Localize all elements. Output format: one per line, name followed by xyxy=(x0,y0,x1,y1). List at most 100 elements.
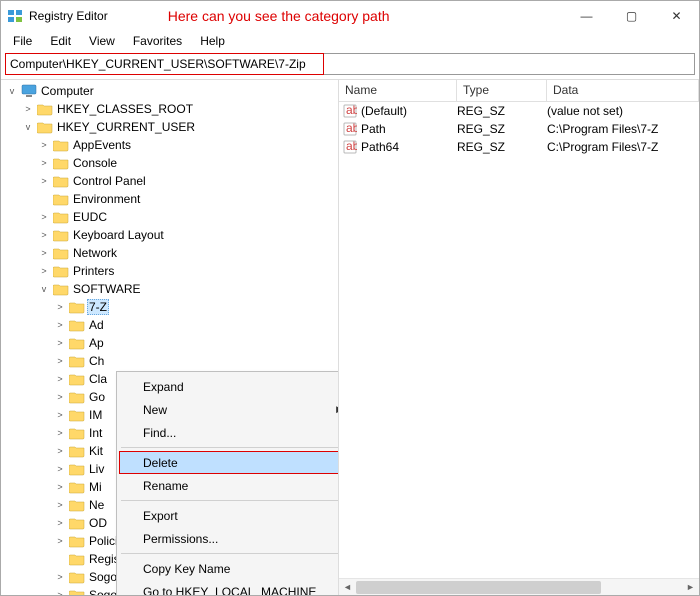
context-menu-item[interactable]: Delete xyxy=(119,451,339,474)
chevron-right-icon[interactable]: > xyxy=(53,498,67,512)
chevron-down-icon[interactable]: v xyxy=(37,282,51,296)
chevron-right-icon[interactable]: > xyxy=(53,534,67,548)
context-menu-separator xyxy=(121,553,339,554)
folder-icon xyxy=(69,570,85,584)
context-menu-item[interactable]: Rename xyxy=(119,474,339,497)
tree-node[interactable]: >Ch xyxy=(53,352,338,370)
window-controls: — ▢ ✕ xyxy=(564,1,699,31)
folder-icon xyxy=(53,246,69,260)
close-button[interactable]: ✕ xyxy=(654,1,699,31)
chevron-right-icon[interactable]: > xyxy=(37,228,51,242)
chevron-right-icon[interactable]: > xyxy=(53,480,67,494)
folder-icon xyxy=(69,300,85,314)
chevron-right-icon[interactable]: > xyxy=(53,336,67,350)
menu-file[interactable]: File xyxy=(5,32,40,50)
chevron-right-icon[interactable]: > xyxy=(53,462,67,476)
tree-node[interactable]: >Console xyxy=(37,154,338,172)
tree-node[interactable]: vComputer xyxy=(5,82,338,100)
col-name[interactable]: Name xyxy=(339,80,457,101)
tree-node[interactable]: >Printers xyxy=(37,262,338,280)
value-row[interactable]: abPathREG_SZC:\Program Files\7-Z xyxy=(339,120,699,138)
chevron-right-icon[interactable]: > xyxy=(53,588,67,595)
context-menu-item[interactable]: Go to HKEY_LOCAL_MACHINE xyxy=(119,580,339,595)
chevron-right-icon[interactable]: > xyxy=(53,444,67,458)
folder-icon xyxy=(69,426,85,440)
context-menu-item-label: Copy Key Name xyxy=(143,562,230,576)
chevron-right-icon[interactable]: > xyxy=(37,264,51,278)
tree-node-label: EUDC xyxy=(71,210,109,224)
tree-node[interactable]: Environment xyxy=(37,190,338,208)
chevron-down-icon[interactable]: v xyxy=(5,84,19,98)
chevron-right-icon[interactable]: > xyxy=(53,408,67,422)
chevron-right-icon[interactable]: > xyxy=(53,318,67,332)
tree-node[interactable]: > Network xyxy=(37,244,338,262)
tree-node[interactable]: >7-Z xyxy=(53,298,338,316)
chevron-right-icon[interactable]: > xyxy=(37,210,51,224)
menu-help[interactable]: Help xyxy=(192,32,233,50)
tree-node[interactable]: vHKEY_CURRENT_USER xyxy=(21,118,338,136)
chevron-right-icon[interactable]: > xyxy=(53,516,67,530)
address-bar[interactable]: Computer\HKEY_CURRENT_USER\SOFTWARE\7-Zi… xyxy=(5,53,695,75)
chevron-right-icon[interactable]: > xyxy=(37,138,51,152)
scroll-thumb[interactable] xyxy=(356,581,601,594)
tree-node-label: Ap xyxy=(87,336,106,350)
tree-node-label: Mi xyxy=(87,480,104,494)
string-value-icon: ab xyxy=(343,122,357,136)
column-headers: Name Type Data xyxy=(339,80,699,102)
scroll-track[interactable] xyxy=(356,579,682,596)
menu-edit[interactable]: Edit xyxy=(42,32,79,50)
chevron-right-icon[interactable]: > xyxy=(37,246,51,260)
col-type[interactable]: Type xyxy=(457,80,547,101)
tree-node[interactable]: > EUDC xyxy=(37,208,338,226)
chevron-right-icon[interactable]: > xyxy=(53,570,67,584)
context-menu-item[interactable]: Export xyxy=(119,504,339,527)
chevron-right-icon[interactable]: > xyxy=(21,102,35,116)
folder-icon xyxy=(69,390,85,404)
tree-node[interactable]: >Control Panel xyxy=(37,172,338,190)
context-menu-item[interactable]: Permissions... xyxy=(119,527,339,550)
chevron-right-icon[interactable] xyxy=(37,192,51,206)
menubar: File Edit View Favorites Help xyxy=(1,31,699,51)
tree-node-label: 7-Z xyxy=(87,299,109,315)
string-value-icon: ab xyxy=(343,104,357,118)
chevron-right-icon[interactable]: > xyxy=(53,354,67,368)
chevron-right-icon[interactable]: > xyxy=(53,300,67,314)
chevron-right-icon[interactable]: > xyxy=(53,372,67,386)
chevron-right-icon[interactable]: > xyxy=(53,426,67,440)
context-menu-item[interactable]: Expand xyxy=(119,375,339,398)
context-menu-item[interactable]: New▶ xyxy=(119,398,339,421)
menu-view[interactable]: View xyxy=(81,32,123,50)
folder-icon xyxy=(53,156,69,170)
chevron-right-icon[interactable]: > xyxy=(37,174,51,188)
scroll-left-button[interactable]: ◄ xyxy=(339,579,356,596)
folder-icon xyxy=(53,228,69,242)
chevron-right-icon[interactable]: > xyxy=(37,156,51,170)
tree-node-label: Ad xyxy=(87,318,106,332)
chevron-down-icon[interactable]: v xyxy=(21,120,35,134)
minimize-button[interactable]: — xyxy=(564,1,609,31)
value-row[interactable]: ab(Default)REG_SZ(value not set) xyxy=(339,102,699,120)
tree-node-label: HKEY_CLASSES_ROOT xyxy=(55,102,195,116)
context-menu-item[interactable]: Find... xyxy=(119,421,339,444)
tree-node[interactable]: > AppEvents xyxy=(37,136,338,154)
context-menu-item[interactable]: Copy Key Name xyxy=(119,557,339,580)
maximize-button[interactable]: ▢ xyxy=(609,1,654,31)
tree-node[interactable]: >Keyboard Layout xyxy=(37,226,338,244)
tree-node[interactable]: > Ap xyxy=(53,334,338,352)
tree-node[interactable]: > HKEY_CLASSES_ROOT xyxy=(21,100,338,118)
value-row[interactable]: abPath64REG_SZC:\Program Files\7-Z xyxy=(339,138,699,156)
tree-node[interactable]: > Ad xyxy=(53,316,338,334)
scroll-right-button[interactable]: ► xyxy=(682,579,699,596)
tree-node-label: AppEvents xyxy=(71,138,133,152)
chevron-right-icon[interactable] xyxy=(53,552,67,566)
chevron-right-icon[interactable]: > xyxy=(53,390,67,404)
horizontal-scrollbar[interactable]: ◄ ► xyxy=(339,578,699,595)
value-name: Path xyxy=(361,122,386,136)
col-data[interactable]: Data xyxy=(547,80,699,101)
tree-node[interactable]: vSOFTWARE xyxy=(37,280,338,298)
value-type: REG_SZ xyxy=(457,104,547,118)
menu-favorites[interactable]: Favorites xyxy=(125,32,190,50)
tree-node-label: Network xyxy=(71,246,119,260)
submenu-arrow-icon: ▶ xyxy=(336,404,339,415)
tree-pane[interactable]: vComputer > HKEY_CLASSES_ROOT vHKEY_CURRENT… xyxy=(1,80,339,595)
